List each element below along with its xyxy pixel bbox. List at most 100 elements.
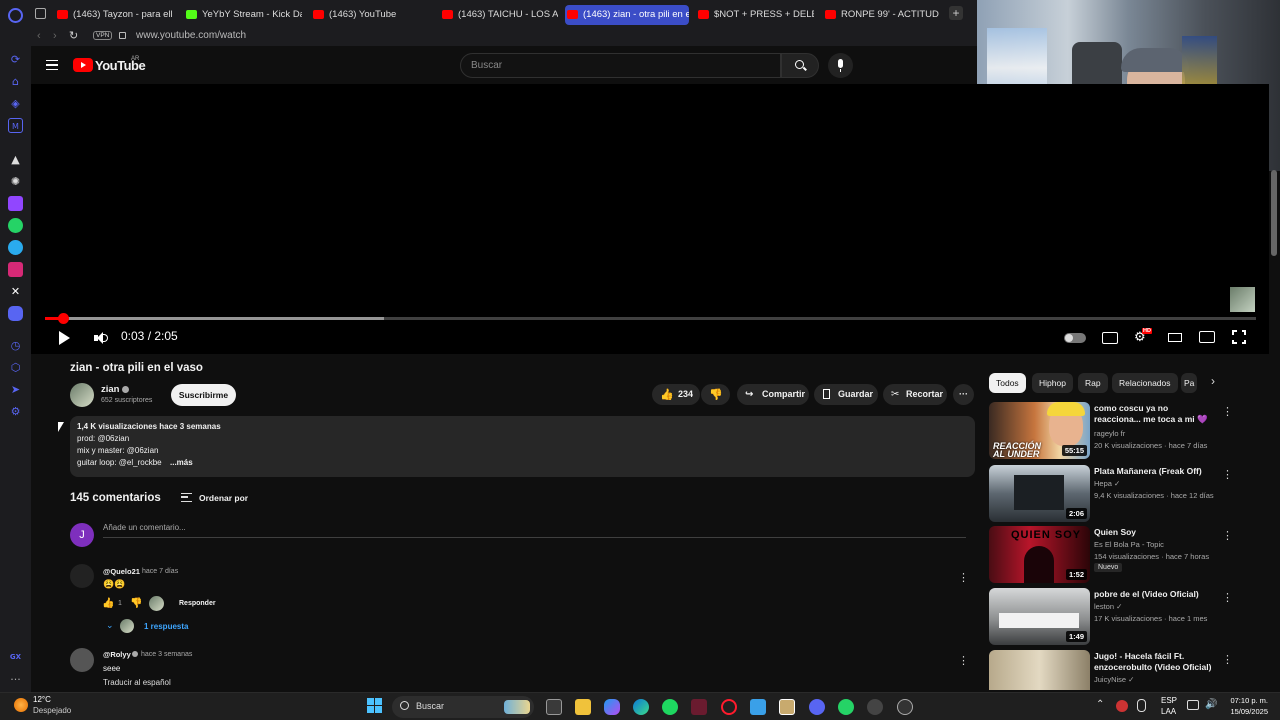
rec-channel[interactable]: JuicyNise ✓ <box>1094 675 1134 684</box>
league-icon[interactable] <box>779 699 795 715</box>
clock-time[interactable]: 07:10 p. m. <box>1222 696 1268 705</box>
translate-link[interactable]: Traducir al español <box>103 678 171 687</box>
play-icon[interactable] <box>59 331 70 345</box>
chip-todos[interactable]: Todos <box>989 373 1026 393</box>
rec-title[interactable]: Quien Soy <box>1094 527 1212 538</box>
save-button[interactable]: Guardar <box>814 384 878 405</box>
tab-kick[interactable]: YeYbY Stream - Kick Das <box>184 5 302 25</box>
menu-icon[interactable] <box>46 60 58 70</box>
add-comment-input[interactable]: Añade un comentario... <box>103 523 186 532</box>
weather-icon[interactable] <box>14 698 28 712</box>
youtube-logo-icon[interactable] <box>73 58 93 72</box>
refresh-icon[interactable]: ⟳ <box>8 52 23 67</box>
whatsapp-icon[interactable] <box>8 218 23 233</box>
chip-more[interactable]: Pa <box>1181 373 1197 393</box>
chatgpt-icon[interactable]: ✺ <box>8 174 23 189</box>
dislike-button[interactable]: 👎 <box>701 384 730 405</box>
opera-logo-icon[interactable] <box>8 8 23 23</box>
tab-tayzon[interactable]: (1463) Tayzon - para ella <box>55 5 173 25</box>
comment-menu-icon[interactable]: ⋮ <box>958 654 969 667</box>
sort-button[interactable]: Ordenar por <box>199 493 248 503</box>
recommendation-item[interactable]: QUIEN SOY 1:52 Quien Soy Es El Bola Pa -… <box>989 526 1234 583</box>
reload-icon[interactable]: ↻ <box>69 29 78 42</box>
clock-icon[interactable]: ◷ <box>8 338 23 353</box>
weather-status[interactable]: Despejado <box>33 706 71 715</box>
more-icon[interactable]: ··· <box>8 672 23 687</box>
taskbar-search[interactable]: Buscar <box>392 696 534 718</box>
more-actions-button[interactable]: ··· <box>953 384 974 405</box>
copilot-icon[interactable] <box>604 699 620 715</box>
rec-channel[interactable]: leston ✓ <box>1094 602 1122 611</box>
rec-title[interactable]: como coscu ya no reacciona... me toca a … <box>1094 403 1212 425</box>
tab-zian-active[interactable]: (1463) zian - otra pili en e <box>565 5 689 25</box>
chevron-up-icon[interactable]: ⌃ <box>1096 699 1104 710</box>
microphone-tray-icon[interactable] <box>1137 699 1146 712</box>
rec-menu-icon[interactable]: ⋮ <box>1222 468 1233 481</box>
comment-time[interactable]: hace 7 días <box>142 568 178 575</box>
steam-icon[interactable] <box>897 699 913 715</box>
search-button[interactable] <box>781 53 819 78</box>
tab-ronpe[interactable]: RONPE 99' - ACTITUD - Y <box>823 5 941 25</box>
tab-snot[interactable]: $NOT + PRESS + DELETE <box>696 5 814 25</box>
clip-button[interactable]: ✂ Recortar <box>883 384 947 405</box>
app-icon[interactable] <box>867 699 883 715</box>
temperature[interactable]: 12°C <box>33 695 51 704</box>
recommendation-item[interactable]: Jugo! - Hacela fácil Ft. enzocerobulto (… <box>989 650 1234 690</box>
discord-icon[interactable] <box>809 699 825 715</box>
spotify-icon[interactable] <box>662 699 678 715</box>
cube-icon[interactable]: ⬡ <box>8 360 23 375</box>
volume-icon[interactable] <box>94 332 108 344</box>
rec-title[interactable]: Jugo! - Hacela fácil Ft. enzocerobulto (… <box>1094 651 1212 673</box>
keyboard-layout[interactable]: LAA <box>1161 707 1176 716</box>
recommendation-item[interactable]: 1:49 pobre de el (Video Oficial) leston … <box>989 588 1234 645</box>
comment-author[interactable]: @Rolyy <box>103 650 131 659</box>
cast-icon[interactable] <box>1199 331 1215 343</box>
aria-icon[interactable]: ▲ <box>8 152 23 167</box>
share-button[interactable]: ↪ Compartir <box>737 384 809 405</box>
comment-menu-icon[interactable]: ⋮ <box>958 571 969 584</box>
network-icon[interactable] <box>1187 700 1199 710</box>
autoplay-toggle[interactable] <box>1064 333 1086 343</box>
tab-youtube[interactable]: (1463) YouTube <box>311 5 429 25</box>
voice-search-button[interactable] <box>828 53 853 78</box>
comment-avatar[interactable] <box>70 564 94 588</box>
whatsapp-icon[interactable] <box>838 699 854 715</box>
subscribe-button[interactable]: Suscribirme <box>171 384 236 406</box>
chip-rap[interactable]: Rap <box>1078 373 1108 393</box>
description-box[interactable]: 1,4 K visualizaciones hace 3 semanas pro… <box>70 416 975 477</box>
search-input[interactable]: Buscar <box>460 53 781 78</box>
channel-avatar[interactable] <box>70 383 94 407</box>
vpn-badge[interactable]: VPN <box>93 31 113 40</box>
fullscreen-icon[interactable] <box>1231 329 1249 347</box>
chevron-down-icon[interactable]: ⌄ <box>106 620 114 631</box>
volume-tray-icon[interactable]: 🔊 <box>1205 699 1217 710</box>
forward-icon[interactable]: › <box>53 30 57 42</box>
theater-mode-icon[interactable] <box>1168 333 1182 342</box>
m-icon[interactable]: M <box>8 118 23 133</box>
rec-menu-icon[interactable]: ⋮ <box>1222 405 1233 418</box>
channel-name[interactable]: zian <box>101 384 119 395</box>
send-icon[interactable]: ➤ <box>8 382 23 397</box>
language-code[interactable]: ESP <box>1161 696 1177 705</box>
video-thumbnail[interactable]: REACCIÓN AL UNDER 55:15 <box>989 402 1090 459</box>
windows-start-icon[interactable] <box>367 698 383 714</box>
rec-menu-icon[interactable]: ⋮ <box>1222 653 1233 666</box>
rec-menu-icon[interactable]: ⋮ <box>1222 529 1233 542</box>
subtitles-icon[interactable] <box>1102 332 1118 344</box>
tray-app-icon[interactable] <box>1116 700 1128 712</box>
rec-title[interactable]: Plata Mañanera (Freak Off) <box>1094 466 1212 477</box>
instagram-icon[interactable] <box>8 262 23 277</box>
comment-author[interactable]: @Quelo21 <box>103 567 140 576</box>
chevron-right-icon[interactable]: › <box>1211 374 1215 388</box>
store-icon[interactable] <box>750 699 766 715</box>
tab-taichu[interactable]: (1463) TAICHU - LOS AN <box>440 5 558 25</box>
like-button[interactable]: 👍 234 <box>652 384 700 405</box>
sort-icon[interactable] <box>181 493 192 502</box>
settings-icon[interactable]: ⚙ <box>8 404 23 419</box>
channel-watermark[interactable] <box>1230 287 1255 312</box>
chip-hiphop[interactable]: Hiphop <box>1032 373 1073 393</box>
rec-menu-icon[interactable]: ⋮ <box>1222 591 1233 604</box>
rec-channel[interactable]: Es El Bola Pa - Topic <box>1094 540 1164 549</box>
game-icon[interactable]: ◈ <box>8 96 23 111</box>
recommendation-item[interactable]: REACCIÓN AL UNDER 55:15 como coscu ya no… <box>989 402 1234 459</box>
